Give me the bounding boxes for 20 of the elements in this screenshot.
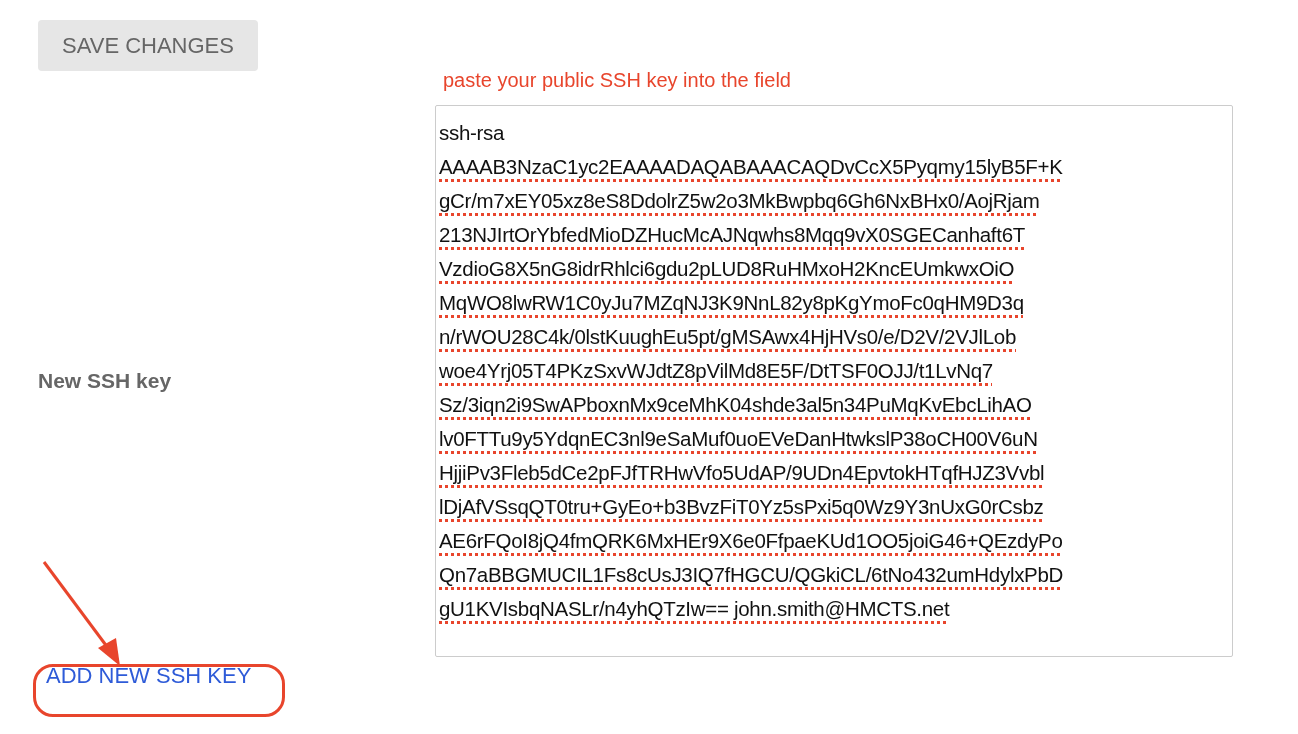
key-text-line: woe4Yrj05T4PKzSxvWJdtZ8pVilMd8E5F/DtTSF0OJJ/t1LvNq7 xyxy=(439,358,993,384)
annotation-hint: paste your public SSH key into the field xyxy=(443,68,791,93)
key-text-line: MqWO8lwRW1C0yJu7MZqNJ3K9NnL82y8pKgYmoFc0qHM9D3q xyxy=(439,290,1024,316)
key-text-line: AAAAB3NzaC1yc2EAAAADAQABAAACAQDvCcX5Pyqmy15lyB5F+K xyxy=(439,154,1063,180)
key-text-line: gU1KVIsbqNASLr/n4yhQTzIw== john.smith@HMCTS.net xyxy=(439,596,950,622)
key-text-line: Qn7aBBGMUCIL1Fs8cUsJ3IQ7fHGCU/QGkiCL/6tNo432umHdylxPbD xyxy=(439,562,1064,588)
key-text-line: HjjiPv3Fleb5dCe2pFJfTRHwVfo5UdAP/9UDn4EpvtokHTqfHJZ3Vvbl xyxy=(439,460,1045,486)
add-ssh-key-link[interactable]: ADD NEW SSH KEY xyxy=(46,663,252,689)
key-text-line: ssh-rsa xyxy=(439,120,505,146)
key-text-line: Sz/3iqn2i9SwAPboxnMx9ceMhK04shde3al5n34PuMqKvEbcLihAO xyxy=(439,392,1032,418)
key-text-line: VzdioG8X5nG8idrRhlci6gdu2pLUD8RuHMxoH2KncEUmkwxOiO xyxy=(439,256,1015,282)
field-label: New SSH key xyxy=(38,369,172,393)
key-text-line: AE6rFQoI8jQ4fmQRK6MxHEr9X6e0FfpaeKUd1OO5joiG46+QEzdyPo xyxy=(439,528,1063,554)
save-changes-button[interactable]: SAVE CHANGES xyxy=(38,20,258,71)
key-text-line: 213NJIrtOrYbfedMioDZHucMcAJNqwhs8Mqq9vX0SGECanhaft6T xyxy=(439,222,1025,248)
key-text-line: n/rWOU28C4k/0lstKuughEu5pt/gMSAwx4HjHVs0/e/D2V/2VJlLob xyxy=(439,324,1017,350)
key-text-line: lDjAfVSsqQT0tru+GyEo+b3BvzFiT0Yz5sPxi5q0Wz9Y3nUxG0rCsbz xyxy=(439,494,1044,520)
ssh-key-textarea[interactable] xyxy=(435,105,1233,657)
key-text-line: gCr/m7xEY05xz8eS8DdolrZ5w2o3MkBwpbq6Gh6NxBHx0/AojRjam xyxy=(439,188,1040,214)
key-text-line: lv0FTTu9y5YdqnEC3nl9eSaMuf0uoEVeDanHtwkslP38oCH00V6uN xyxy=(439,426,1038,452)
